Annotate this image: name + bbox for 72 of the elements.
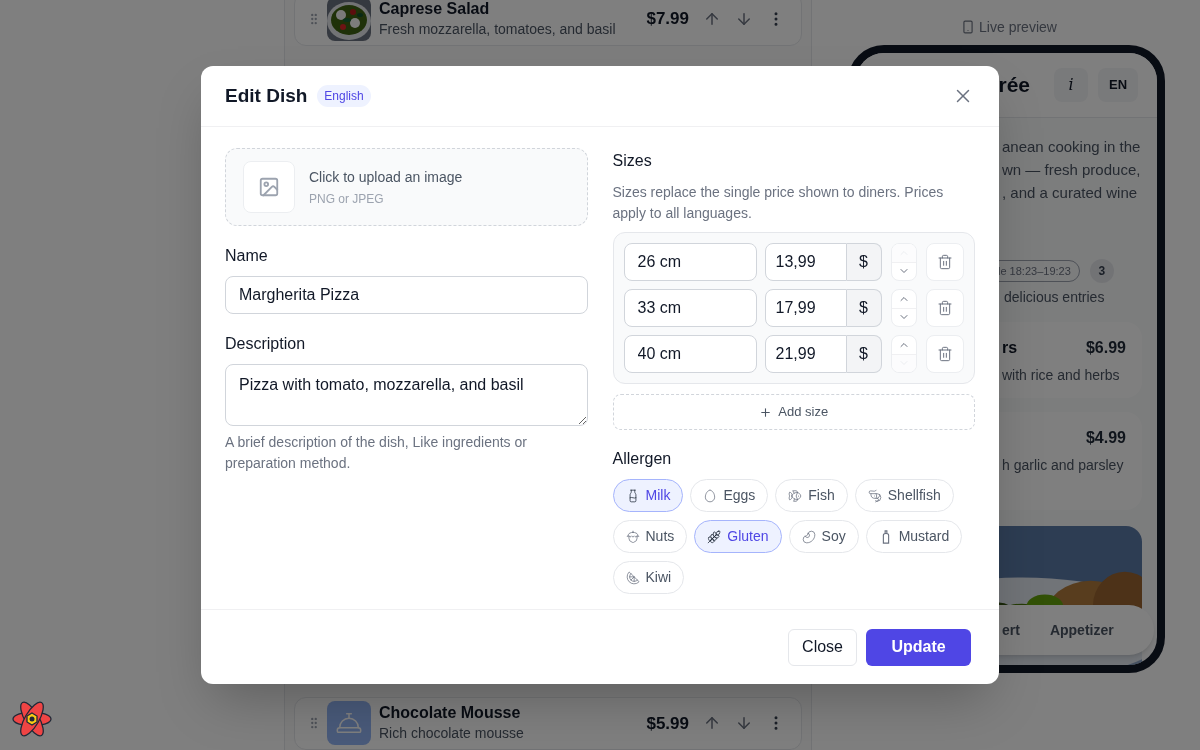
intro-text: wn — fresh produce, [1002, 160, 1142, 180]
item-description: with rice and herbs [1002, 366, 1121, 385]
bean-icon [801, 529, 816, 544]
currency-addon: $ [846, 243, 882, 281]
currency-addon: $ [846, 289, 882, 327]
add-size-button[interactable]: Add size [612, 394, 975, 430]
upload-title: Click to upload an image [309, 167, 463, 187]
language-button[interactable]: EN [1098, 68, 1138, 102]
language-badge: English [317, 85, 371, 107]
intro-text: anean cooking in the [1002, 137, 1142, 157]
delete-size-button[interactable] [926, 289, 964, 327]
restaurant-title: rée [998, 72, 1030, 99]
description-label: Description [225, 334, 307, 354]
entries-text: delicious entries [1004, 288, 1105, 307]
fish-icon [788, 488, 803, 503]
phone-icon [961, 20, 976, 34]
item-price: $6.99 [1085, 338, 1126, 358]
description-field[interactable]: Pizza with tomato, mozzarella, and basil [225, 364, 588, 426]
count-badge: 3 [1089, 259, 1114, 283]
allergen-chip[interactable]: Nuts [612, 520, 688, 553]
fruit-icon [625, 570, 640, 585]
allergen-label: Allergen [612, 449, 673, 469]
nut-icon [625, 529, 640, 544]
currency-addon: $ [846, 335, 882, 373]
item-description: h garlic and parsley [1002, 456, 1125, 475]
description-hint: A brief description of the dish, Like ingredients or preparation method. [225, 433, 528, 473]
preview-label: Live preview [979, 17, 1057, 37]
info-button[interactable]: i [1054, 68, 1088, 102]
allergen-chip[interactable]: Mustard [865, 520, 963, 553]
size-name-field[interactable]: 33 cm [623, 289, 757, 327]
close-dialog-button[interactable]: Close [788, 628, 857, 666]
item-price: $4.99 [1085, 428, 1126, 448]
allergen-chip[interactable]: Milk [612, 479, 684, 512]
dish-description: Fresh mozzarella, tomatoes, and basil [379, 19, 617, 39]
dish-description: Rich chocolate mousse [379, 724, 525, 744]
allergen-chip[interactable]: Soy [788, 520, 859, 553]
category-tab[interactable]: Appetizer [1049, 619, 1114, 641]
upload-hint: PNG or JPEG [309, 190, 385, 208]
trash-icon [937, 346, 954, 362]
allergen-chip[interactable]: Kiwi [612, 561, 685, 594]
delete-size-button[interactable] [926, 243, 964, 281]
delete-size-button[interactable] [926, 335, 964, 373]
dish-name: Caprese Salad [379, 0, 491, 19]
allergen-chip[interactable]: Eggs [690, 479, 769, 512]
trash-icon [937, 300, 954, 316]
atom-icon[interactable] [12, 699, 52, 739]
allergen-chip[interactable]: Gluten [694, 520, 782, 553]
name-label: Name [225, 246, 269, 266]
image-icon [258, 176, 280, 198]
sizes-hint: Sizes replace the single price shown to diners. Prices apply to all languages. [612, 183, 945, 223]
image-upload-area[interactable]: Click to upload an image PNG or JPEG [225, 148, 588, 226]
size-name-field[interactable]: 40 cm [623, 335, 757, 373]
item-name: rs [1002, 338, 1018, 358]
dish-price: $5.99 [646, 712, 689, 735]
price-field[interactable]: 13,99 [764, 243, 847, 281]
price-field[interactable]: 21,99 [764, 335, 847, 373]
name-field[interactable]: Margherita Pizza [225, 276, 588, 314]
allergen-chip[interactable]: Shellfish [854, 479, 954, 512]
update-button[interactable]: Update [866, 628, 971, 666]
allergen-chip[interactable]: Fish [775, 479, 848, 512]
dish-name: Chocolate Mousse [379, 703, 522, 724]
size-name-field[interactable]: 26 cm [623, 243, 757, 281]
price-field[interactable]: 17,99 [764, 289, 847, 327]
plus-icon [759, 405, 773, 419]
egg-icon [703, 488, 718, 503]
trash-icon [937, 254, 954, 270]
dialog-title: Edit Dish [225, 83, 308, 108]
shrimp-icon [867, 488, 882, 503]
dish-price: $7.99 [646, 8, 689, 30]
intro-text: , and a curated wine [1002, 183, 1139, 203]
wheat-icon [707, 529, 722, 544]
sizes-label: Sizes [612, 151, 653, 171]
